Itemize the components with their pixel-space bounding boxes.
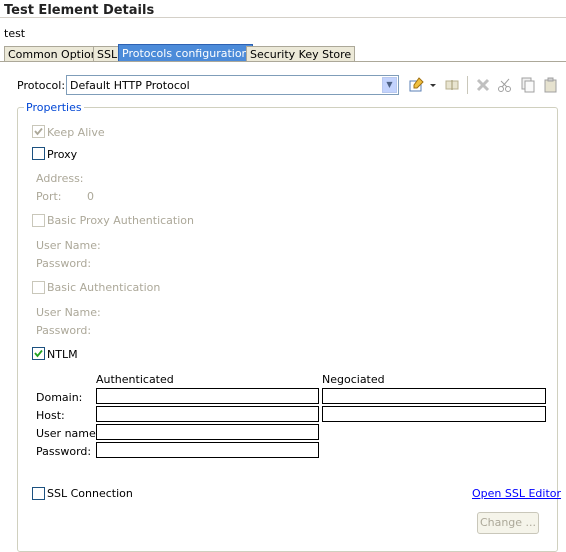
basic-user-name-label: User Name: [36,306,101,319]
dropdown-arrow-icon[interactable] [429,77,437,93]
basic-auth-checkbox[interactable] [32,281,45,294]
proxy-port-value: 0 [87,190,94,203]
ntlm-password-input[interactable] [96,442,319,458]
keep-alive-checkbox[interactable] [32,125,45,138]
host-negociated-input[interactable] [322,406,546,422]
proxy-password-label: Password: [36,257,92,270]
domain-label: Domain: [36,391,83,404]
new-protocol-icon[interactable] [409,77,425,93]
protocol-label: Protocol: [17,79,66,92]
tab-protocols-configuration[interactable]: Protocols configuration [118,44,253,62]
cut-icon[interactable] [497,77,513,93]
tab-ssl[interactable]: SSL [93,46,122,62]
change-button[interactable]: Change ... [477,512,539,534]
host-authenticated-input[interactable] [96,406,319,422]
proxy-checkbox[interactable] [32,147,45,160]
basic-proxy-auth-label: Basic Proxy Authentication [47,214,194,227]
tab-security-key-store[interactable]: Security Key Store [246,46,356,62]
properties-group [17,107,558,552]
domain-negociated-input[interactable] [322,388,546,404]
properties-group-title: Properties [24,101,84,114]
ntlm-user-name-input[interactable] [96,424,319,440]
title-divider [0,17,566,18]
protocol-selected-value: Default HTTP Protocol [70,79,190,92]
paste-icon[interactable] [543,77,559,93]
proxy-address-label: Address: [36,172,84,185]
basic-password-label: Password: [36,324,92,337]
copy-icon[interactable] [520,77,536,93]
chevron-down-icon[interactable]: ▼ [382,77,397,93]
host-label: Host: [36,409,65,422]
ntlm-checkbox[interactable] [32,347,45,360]
edit-icon[interactable] [444,77,460,93]
negociated-column-header: Negociated [322,373,385,386]
page-title: Test Element Details [4,3,155,18]
basic-auth-label: Basic Authentication [47,281,161,294]
ntlm-label: NTLM [47,348,78,361]
protocol-select[interactable]: Default HTTP Protocol ▼ [66,75,399,95]
keep-alive-label: Keep Alive [47,126,105,139]
proxy-label: Proxy [47,148,78,161]
open-ssl-editor-link[interactable]: Open SSL Editor [472,487,561,500]
ntlm-user-name-label: User name: [36,427,100,440]
ntlm-password-label: Password: [36,445,92,458]
domain-authenticated-input[interactable] [96,388,319,404]
delete-icon[interactable] [475,77,491,93]
tab-underline [0,61,566,62]
proxy-user-name-label: User Name: [36,239,101,252]
basic-proxy-auth-checkbox[interactable] [32,214,45,227]
ssl-connection-label: SSL Connection [47,487,133,500]
proxy-port-label: Port: [36,190,62,203]
tab-common-options[interactable]: Common Options [4,46,108,62]
toolbar-separator [467,76,468,94]
tab-strip: Common Options SSL Protocols configurati… [0,44,566,62]
element-name: test [4,27,26,40]
authenticated-column-header: Authenticated [96,373,174,386]
ssl-connection-checkbox[interactable] [32,487,45,500]
